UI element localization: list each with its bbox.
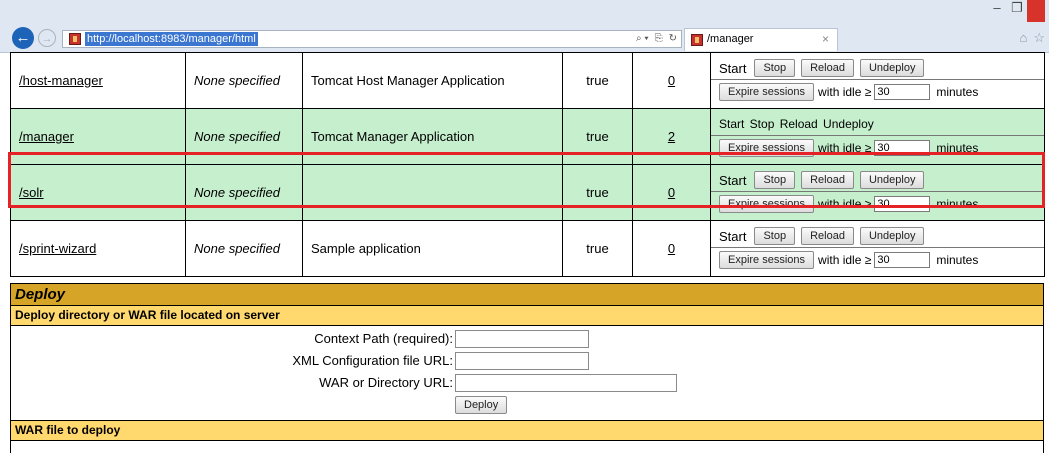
description-cell: Tomcat Manager Application [302,108,563,165]
table-row: /solr None specified true 0 Start Stop R… [10,164,1045,221]
description-cell [302,164,563,221]
restore-button[interactable]: ❐ [1007,0,1027,18]
running-cell: true [562,220,633,277]
display-name-cell: None specified [185,220,303,277]
deploy-title: Deploy [11,284,1043,306]
commands-cell: Start Stop Reload Undeploy Expire sessio… [710,220,1045,277]
table-row: /manager None specified Tomcat Manager A… [10,108,1045,165]
address-bar[interactable]: http://localhost:8983/manager/html ⌕ ▾ ⎘… [62,30,682,48]
deploy-button[interactable]: Deploy [455,396,508,414]
app-path-link[interactable]: /host-manager [19,73,103,88]
war-dir-url-label: WAR or Directory URL: [319,375,453,390]
app-path-link[interactable]: /manager [19,129,74,144]
tab-title: /manager [707,33,754,45]
sessions-link[interactable]: 2 [668,129,675,144]
expire-sessions-button[interactable]: Expire sessions [719,251,815,269]
idle-minutes-input[interactable] [874,140,931,156]
window-controls: – ❐ [987,0,1045,22]
sessions-cell: 0 [632,52,711,109]
start-label: Start [719,228,747,244]
commands-text[interactable]: Start Stop Reload Undeploy [719,117,874,131]
running-cell: true [562,108,633,165]
reload-button[interactable]: Reload [801,171,854,189]
deploy-server-form: Context Path (required): XML Configurati… [11,326,1043,421]
display-name-cell: None specified [185,164,303,221]
search-dropdown-icon[interactable]: ⌕ ▾ [636,31,649,47]
context-path-input[interactable] [455,330,589,348]
reload-button[interactable]: Reload [801,227,854,245]
sessions-link[interactable]: 0 [668,185,675,200]
running-cell: true [562,52,633,109]
undeploy-button[interactable]: Undeploy [859,227,925,245]
app-path-cell: /solr [10,164,186,221]
idle-minutes-input[interactable] [874,84,931,100]
tab-close-icon[interactable]: × [822,32,829,46]
app-path-cell: /host-manager [10,52,186,109]
expire-sessions-button[interactable]: Expire sessions [719,139,815,157]
compat-view-icon[interactable]: ⎘ [655,31,663,47]
idle-label: with idle ≥ [818,197,872,211]
start-label: Start [719,60,747,76]
minutes-label: minutes [936,197,979,211]
favorites-star-icon[interactable]: ☆ [1033,30,1045,46]
app-path-link[interactable]: /solr [19,185,44,200]
description-cell: Sample application [302,220,563,277]
display-name-cell: None specified [185,52,303,109]
minutes-label: minutes [936,253,979,267]
running-cell: true [562,164,633,221]
sessions-link[interactable]: 0 [668,241,675,256]
toolbar-right: ⌂ ☆ [1019,30,1045,46]
address-tools: ⌕ ▾ ⎘ ↻ [636,31,677,47]
expire-sessions-button[interactable]: Expire sessions [719,195,815,213]
undeploy-button[interactable]: Undeploy [859,171,925,189]
back-arrow-icon[interactable]: ← [12,27,34,49]
app-path-cell: /manager [10,108,186,165]
sessions-cell: 0 [632,220,711,277]
forward-arrow-icon[interactable]: → [38,29,56,47]
close-window-button[interactable] [1027,0,1045,22]
minutes-label: minutes [936,141,979,155]
xml-config-url-input[interactable] [455,352,589,370]
xml-config-label: XML Configuration file URL: [292,353,453,368]
idle-minutes-input[interactable] [874,196,931,212]
commands-cell: Start Stop Reload Undeploy Expire sessio… [710,164,1045,221]
commands-cell: Start Stop Reload Undeploy Expire sessio… [710,52,1045,109]
stop-button[interactable]: Stop [754,227,796,245]
tomcat-favicon-icon [69,33,81,45]
undeploy-button[interactable]: Undeploy [859,59,925,77]
sessions-cell: 2 [632,108,711,165]
tomcat-favicon-icon [691,34,703,46]
table-row: /host-manager None specified Tomcat Host… [10,52,1045,109]
idle-label: with idle ≥ [818,85,872,99]
app-path-cell: /sprint-wizard [10,220,186,277]
url-text[interactable]: http://localhost:8983/manager/html [85,32,258,46]
minimize-button[interactable]: – [987,0,1007,18]
context-path-label: Context Path (required): [314,331,453,346]
refresh-icon[interactable]: ↻ [669,31,677,47]
expire-sessions-button[interactable]: Expire sessions [719,83,815,101]
sessions-cell: 0 [632,164,711,221]
stop-button[interactable]: Stop [754,171,796,189]
browser-chrome: – ❐ ← → http://localhost:8983/manager/ht… [0,0,1049,53]
home-icon[interactable]: ⌂ [1019,30,1027,46]
applications-table: /host-manager None specified Tomcat Host… [10,52,1045,277]
idle-minutes-input[interactable] [874,252,931,268]
deploy-server-heading: Deploy directory or WAR file located on … [11,306,1043,326]
war-dir-url-input[interactable] [455,374,677,392]
idle-label: with idle ≥ [818,141,872,155]
start-label: Start [719,172,747,188]
minutes-label: minutes [936,85,979,99]
stop-button[interactable]: Stop [754,59,796,77]
war-upload-heading: WAR file to deploy [11,421,1043,441]
table-row: /sprint-wizard None specified Sample app… [10,220,1045,277]
display-name-cell: None specified [185,108,303,165]
sessions-link[interactable]: 0 [668,73,675,88]
app-path-link[interactable]: /sprint-wizard [19,241,96,256]
reload-button[interactable]: Reload [801,59,854,77]
commands-cell: Start Stop Reload Undeploy Expire sessio… [710,108,1045,165]
tab-manager[interactable]: /manager × [684,28,838,51]
deploy-section: Deploy Deploy directory or WAR file loca… [10,283,1044,453]
description-cell: Tomcat Host Manager Application [302,52,563,109]
idle-label: with idle ≥ [818,253,872,267]
